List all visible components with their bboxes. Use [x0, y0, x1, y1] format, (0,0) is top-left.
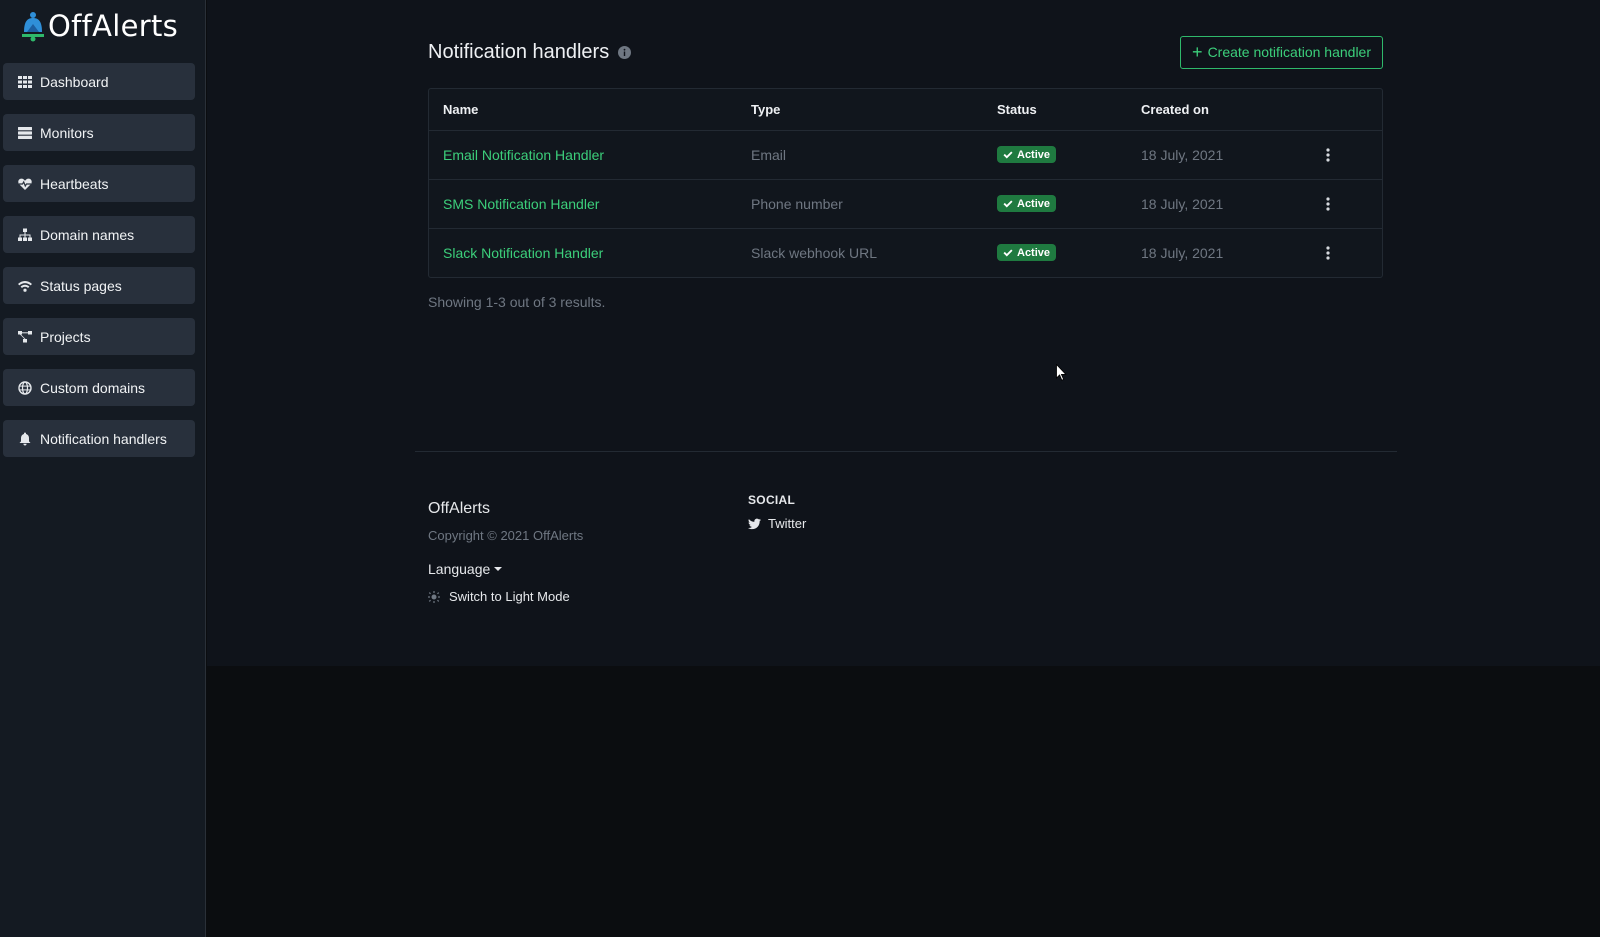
sidebar-item-label: Status pages [40, 277, 122, 294]
handler-name-link[interactable]: Slack Notification Handler [443, 245, 603, 261]
check-icon [1003, 200, 1013, 207]
info-icon[interactable] [618, 46, 632, 59]
notification-handlers-table-card: Name Type Status Created on Email Notifi… [428, 88, 1383, 278]
sidebar-item-label: Heartbeats [40, 175, 109, 192]
sidebar: OffAlerts Dashboard Monitors Heartbeats … [0, 0, 206, 937]
plus-icon: + [1192, 42, 1203, 62]
column-header-status: Status [983, 89, 1127, 131]
grid-icon [18, 75, 32, 88]
notification-handlers-table: Name Type Status Created on Email Notifi… [429, 89, 1382, 277]
column-header-type: Type [737, 89, 983, 131]
check-icon [1003, 151, 1013, 158]
footer-divider [415, 451, 1397, 452]
footer-brand: OffAlerts [428, 500, 490, 517]
create-notification-handler-button[interactable]: + Create notification handler [1180, 35, 1383, 69]
column-header-created: Created on [1127, 89, 1307, 131]
sidebar-item-dashboard[interactable]: Dashboard [3, 63, 195, 100]
check-icon [1003, 249, 1013, 257]
handler-type: Phone number [737, 179, 983, 229]
bell-icon [19, 432, 31, 445]
handler-type: Email [737, 130, 983, 180]
sidebar-item-domain-names[interactable]: Domain names [3, 216, 195, 253]
table-row: Email Notification Handler Email Active … [429, 130, 1382, 180]
language-label: Language [428, 561, 491, 577]
column-header-actions [1307, 89, 1382, 131]
twitter-icon [748, 518, 761, 529]
status-label: Active [1017, 148, 1051, 161]
sidebar-item-monitors[interactable]: Monitors [3, 114, 195, 151]
sidebar-item-label: Custom domains [40, 379, 146, 396]
status-label: Active [1017, 246, 1051, 259]
project-diagram-icon [18, 330, 32, 342]
results-count: Showing 1-3 out of 3 results. [428, 294, 606, 310]
theme-toggle-button[interactable]: Switch to Light Mode [428, 589, 1383, 604]
created-date: 18 July, 2021 [1127, 179, 1307, 229]
status-badge: Active [997, 195, 1057, 212]
table-row: Slack Notification Handler Slack webhook… [429, 228, 1382, 277]
mouse-cursor-icon [1056, 364, 1067, 381]
sidebar-item-custom-domains[interactable]: Custom domains [3, 369, 195, 406]
content-area: Notification handlers + Create notificat… [207, 0, 1600, 666]
sun-icon [428, 590, 440, 603]
caret-down-icon [494, 567, 503, 571]
handler-type: Slack webhook URL [751, 244, 878, 261]
social-links: SOCIAL Twitter [748, 493, 806, 531]
page-header: Notification handlers + Create notificat… [428, 35, 1383, 69]
sidebar-item-heartbeats[interactable]: Heartbeats [3, 165, 195, 202]
footer: OffAlerts Copyright © 2021 OffAlerts Lan… [428, 493, 1383, 604]
sidebar-item-status-pages[interactable]: Status pages [3, 267, 195, 304]
wifi-icon [18, 280, 32, 292]
sidebar-item-label: Domain names [40, 226, 135, 243]
status-badge: Active [997, 146, 1057, 163]
created-date: 18 July, 2021 [1127, 130, 1307, 180]
theme-toggle-label: Switch to Light Mode [449, 589, 570, 604]
table-header-row: Name Type Status Created on [429, 89, 1382, 131]
sidebar-item-label: Projects [40, 328, 91, 345]
handler-name-link[interactable]: Email Notification Handler [443, 147, 604, 163]
copyright-text: Copyright © 2021 OffAlerts [428, 528, 584, 543]
column-header-name: Name [429, 89, 737, 131]
twitter-link[interactable]: Twitter [748, 516, 806, 531]
created-date: 18 July, 2021 [1141, 244, 1224, 261]
row-actions-kebab-icon[interactable] [1321, 243, 1335, 263]
heartbeat-icon [18, 178, 32, 190]
table-row: SMS Notification Handler Phone number Ac… [429, 179, 1382, 229]
social-heading: SOCIAL [748, 493, 796, 507]
status-badge: Active [997, 244, 1057, 262]
status-label: Active [1017, 197, 1051, 210]
twitter-label: Twitter [768, 516, 807, 531]
globe-icon [18, 380, 32, 395]
page-title-wrapper: Notification handlers [428, 40, 632, 64]
language-dropdown[interactable]: Language [428, 561, 1383, 577]
sidebar-item-projects[interactable]: Projects [3, 318, 195, 355]
handler-name-link[interactable]: SMS Notification Handler [443, 196, 599, 212]
offalerts-logo-icon [22, 12, 44, 42]
row-actions-kebab-icon[interactable] [1321, 145, 1335, 165]
sidebar-nav: Dashboard Monitors Heartbeats Domain nam… [0, 63, 205, 457]
network-icon [18, 228, 32, 241]
sidebar-item-notification-handlers[interactable]: Notification handlers [3, 420, 195, 457]
page-title: Notification handlers [428, 40, 610, 63]
main-panel: Notification handlers + Create notificat… [428, 35, 1383, 310]
sidebar-item-label: Monitors [40, 124, 94, 141]
row-actions-kebab-icon[interactable] [1321, 194, 1335, 214]
sidebar-item-label: Notification handlers [40, 430, 167, 447]
create-button-label: Create notification handler [1207, 44, 1371, 60]
logo-text: OffAlerts [48, 8, 179, 43]
sidebar-item-label: Dashboard [40, 73, 109, 90]
server-icon [18, 126, 32, 139]
logo[interactable]: OffAlerts [0, 0, 205, 52]
